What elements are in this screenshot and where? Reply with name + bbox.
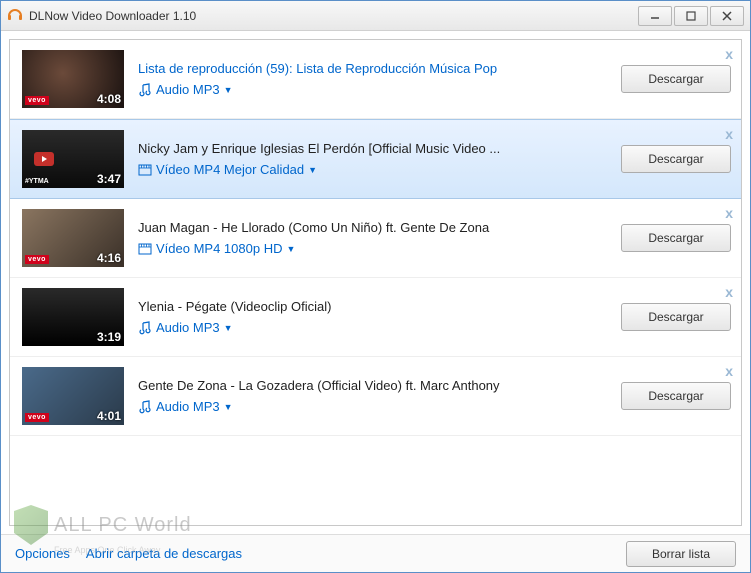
chevron-down-icon: ▼ xyxy=(224,402,233,412)
video-thumbnail[interactable]: vevo 4:08 xyxy=(22,50,124,108)
window-controls xyxy=(638,6,744,26)
list-item[interactable]: #YTMA 3:47 Nicky Jam y Enrique Iglesias … xyxy=(10,119,741,199)
window-title: DLNow Video Downloader 1.10 xyxy=(29,9,638,23)
video-duration: 4:08 xyxy=(97,92,121,106)
download-button[interactable]: Descargar xyxy=(621,145,731,173)
list-item[interactable]: vevo 4:16 Juan Magan - He Llorado (Como … xyxy=(10,199,741,278)
format-label: Audio MP3 xyxy=(156,320,220,335)
chevron-down-icon: ▼ xyxy=(286,244,295,254)
list-item[interactable]: 3:19 Ylenia - Pégate (Videoclip Oficial)… xyxy=(10,278,741,357)
video-duration: 4:16 xyxy=(97,251,121,265)
video-title[interactable]: Lista de reproducción (59): Lista de Rep… xyxy=(138,61,611,76)
app-icon xyxy=(7,8,23,24)
film-icon xyxy=(138,163,152,177)
remove-item-button[interactable]: x xyxy=(725,46,733,62)
video-title: Ylenia - Pégate (Videoclip Oficial) xyxy=(138,299,611,314)
format-selector[interactable]: Audio MP3 ▼ xyxy=(138,399,611,414)
chevron-down-icon: ▼ xyxy=(224,85,233,95)
download-button[interactable]: Descargar xyxy=(621,382,731,410)
vevo-badge: vevo xyxy=(25,413,49,422)
video-thumbnail[interactable]: #YTMA 3:47 xyxy=(22,130,124,188)
open-downloads-folder-link[interactable]: Abrir carpeta de descargas xyxy=(86,546,242,561)
minimize-button[interactable] xyxy=(638,6,672,26)
clear-list-button[interactable]: Borrar lista xyxy=(626,541,736,567)
music-note-icon xyxy=(138,400,152,414)
item-info: Nicky Jam y Enrique Iglesias El Perdón [… xyxy=(124,141,611,177)
play-icon xyxy=(34,152,54,166)
film-icon xyxy=(138,242,152,256)
remove-item-button[interactable]: x xyxy=(725,363,733,379)
item-info: Lista de reproducción (59): Lista de Rep… xyxy=(124,61,611,97)
download-button[interactable]: Descargar xyxy=(621,303,731,331)
maximize-button[interactable] xyxy=(674,6,708,26)
chevron-down-icon: ▼ xyxy=(224,323,233,333)
item-info: Ylenia - Pégate (Videoclip Oficial) Audi… xyxy=(124,299,611,335)
video-title: Nicky Jam y Enrique Iglesias El Perdón [… xyxy=(138,141,611,156)
download-list: vevo 4:08 Lista de reproducción (59): Li… xyxy=(9,39,742,526)
video-title: Juan Magan - He Llorado (Como Un Niño) f… xyxy=(138,220,611,235)
ytma-badge: #YTMA xyxy=(25,178,49,185)
music-note-icon xyxy=(138,83,152,97)
video-thumbnail[interactable]: vevo 4:16 xyxy=(22,209,124,267)
options-link[interactable]: Opciones xyxy=(15,546,70,561)
remove-item-button[interactable]: x xyxy=(725,284,733,300)
item-info: Gente De Zona - La Gozadera (Official Vi… xyxy=(124,378,611,414)
list-item[interactable]: vevo 4:08 Lista de reproducción (59): Li… xyxy=(10,40,741,119)
vevo-badge: vevo xyxy=(25,255,49,264)
footer: Opciones Abrir carpeta de descargas Borr… xyxy=(1,534,750,572)
item-info: Juan Magan - He Llorado (Como Un Niño) f… xyxy=(124,220,611,256)
video-duration: 3:19 xyxy=(97,330,121,344)
content-area: vevo 4:08 Lista de reproducción (59): Li… xyxy=(1,31,750,534)
download-button[interactable]: Descargar xyxy=(621,65,731,93)
video-title: Gente De Zona - La Gozadera (Official Vi… xyxy=(138,378,611,393)
format-label: Vídeo MP4 1080p HD xyxy=(156,241,282,256)
format-label: Vídeo MP4 Mejor Calidad xyxy=(156,162,304,177)
vevo-badge: vevo xyxy=(25,96,49,105)
format-selector[interactable]: Vídeo MP4 1080p HD ▼ xyxy=(138,241,611,256)
remove-item-button[interactable]: x xyxy=(725,126,733,142)
remove-item-button[interactable]: x xyxy=(725,205,733,221)
app-window: DLNow Video Downloader 1.10 vevo 4:08 Li… xyxy=(0,0,751,573)
music-note-icon xyxy=(138,321,152,335)
video-thumbnail[interactable]: 3:19 xyxy=(22,288,124,346)
format-selector[interactable]: Audio MP3 ▼ xyxy=(138,82,611,97)
format-label: Audio MP3 xyxy=(156,82,220,97)
download-button[interactable]: Descargar xyxy=(621,224,731,252)
video-duration: 3:47 xyxy=(97,172,121,186)
format-selector[interactable]: Vídeo MP4 Mejor Calidad ▼ xyxy=(138,162,611,177)
format-label: Audio MP3 xyxy=(156,399,220,414)
close-button[interactable] xyxy=(710,6,744,26)
list-item[interactable]: vevo 4:01 Gente De Zona - La Gozadera (O… xyxy=(10,357,741,436)
video-thumbnail[interactable]: vevo 4:01 xyxy=(22,367,124,425)
format-selector[interactable]: Audio MP3 ▼ xyxy=(138,320,611,335)
chevron-down-icon: ▼ xyxy=(308,165,317,175)
titlebar: DLNow Video Downloader 1.10 xyxy=(1,1,750,31)
video-duration: 4:01 xyxy=(97,409,121,423)
